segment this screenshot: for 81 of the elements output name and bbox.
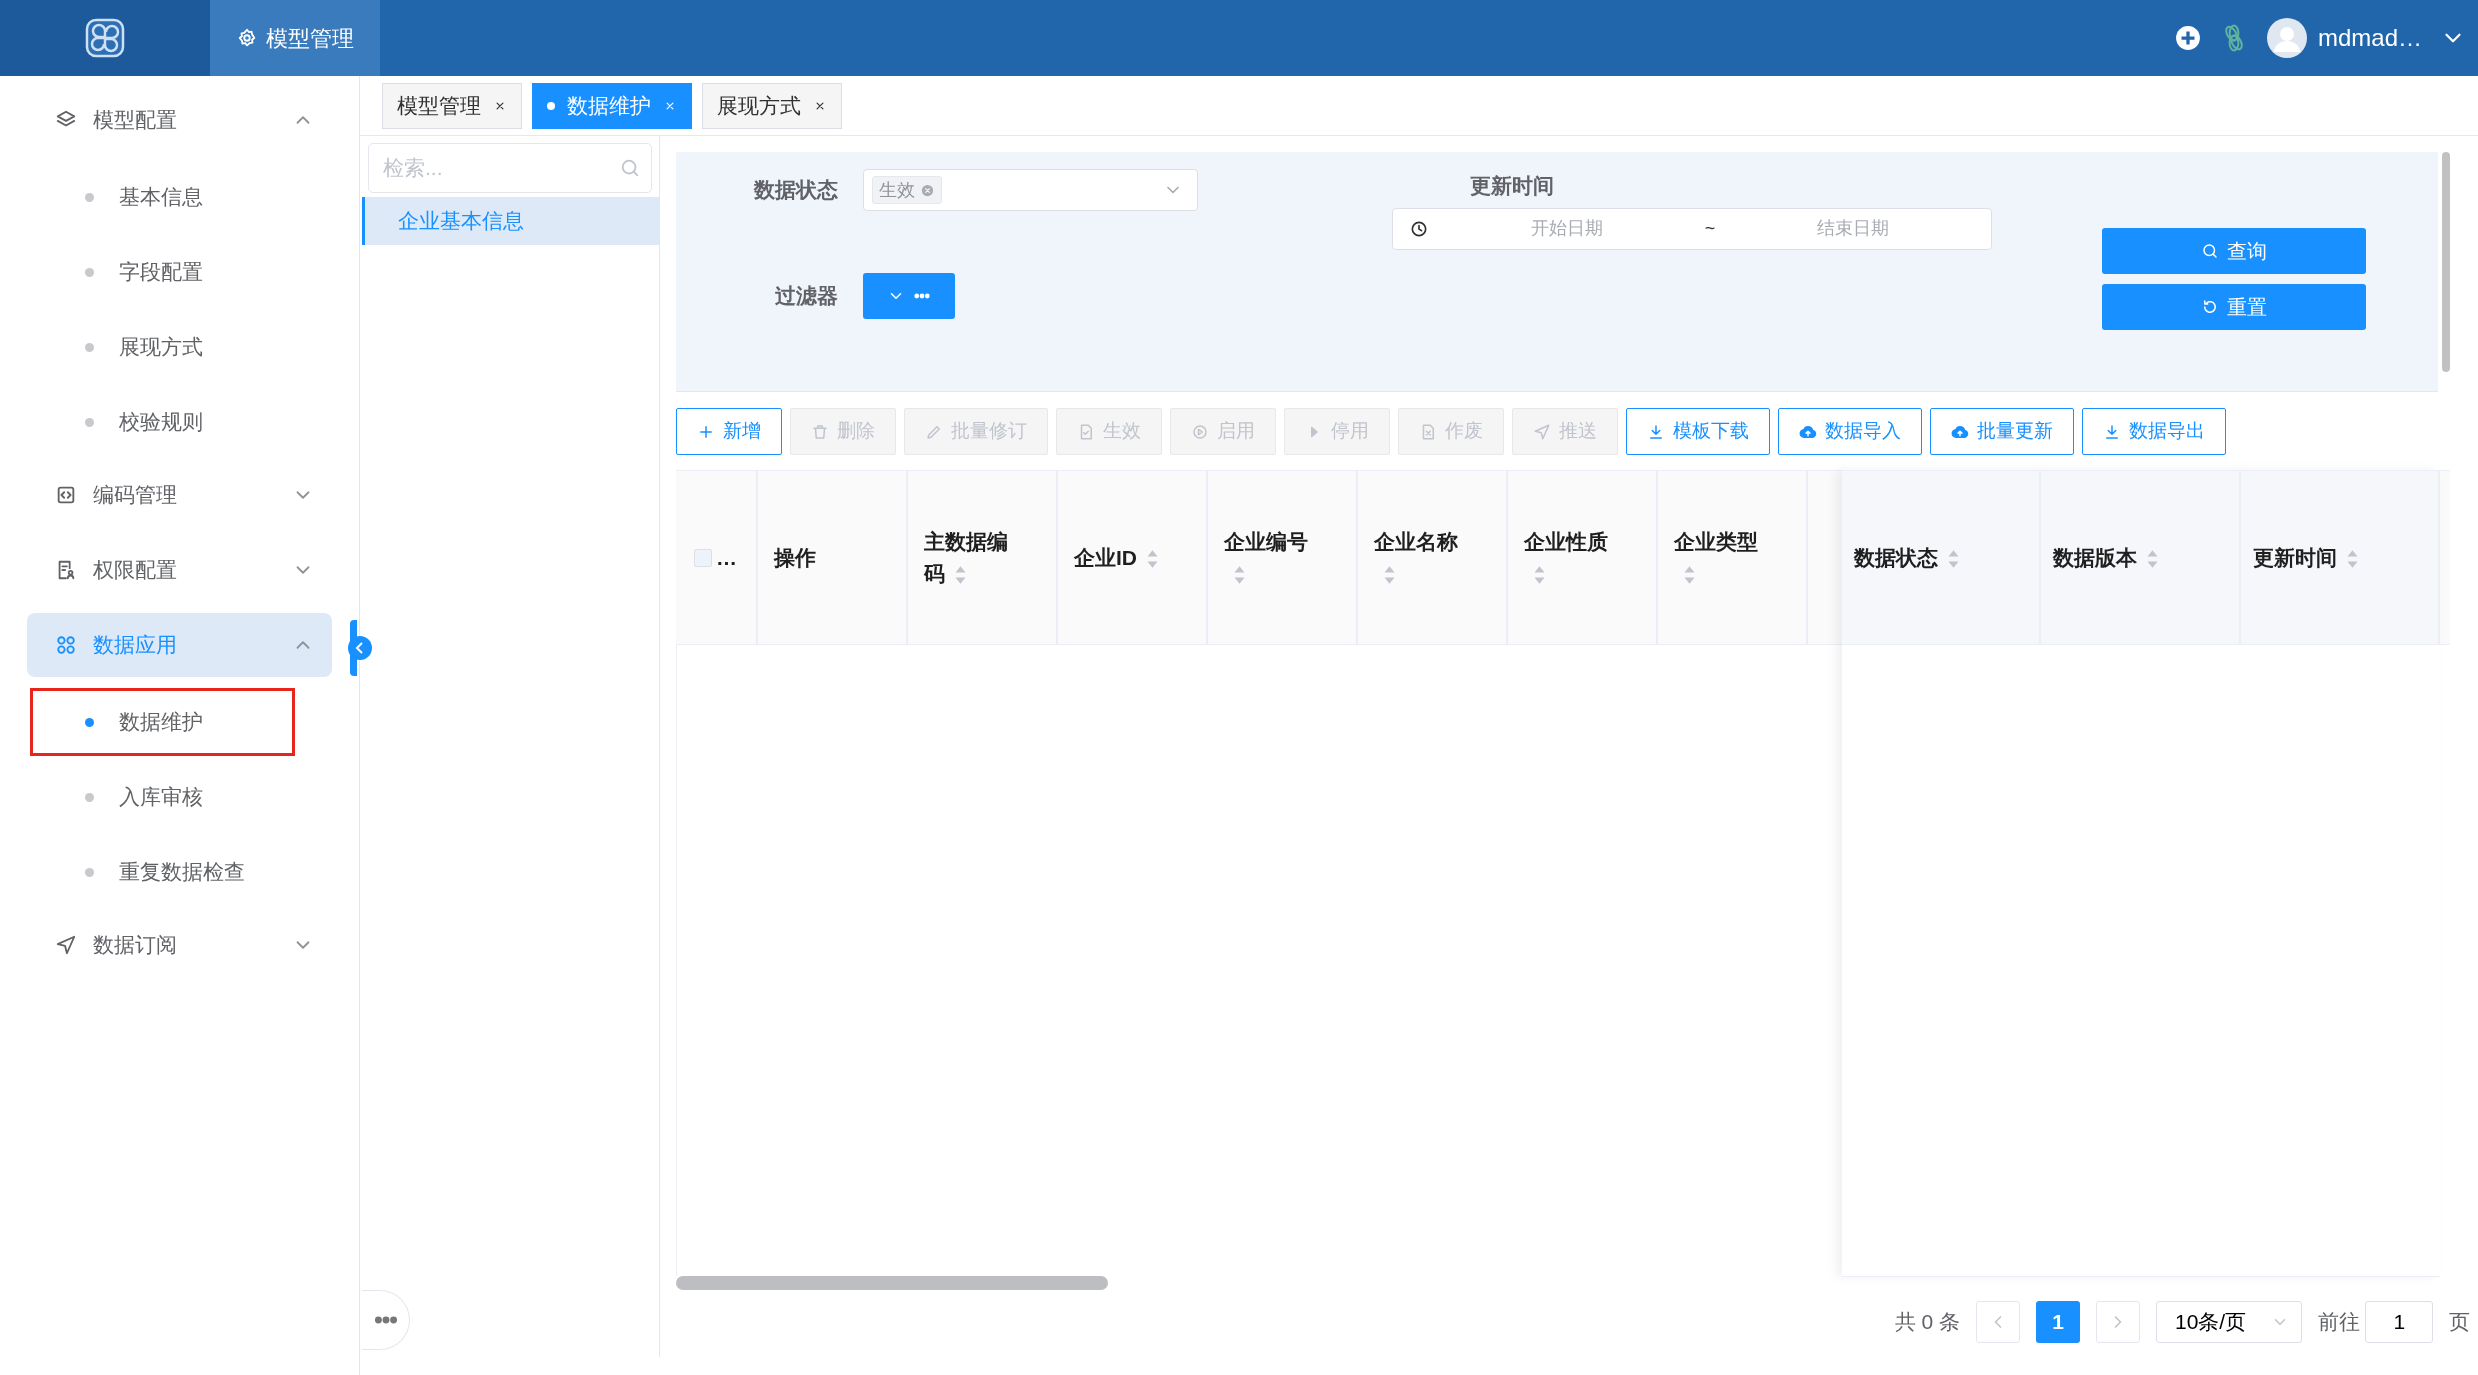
trash-icon <box>811 422 829 441</box>
column-header[interactable]: 企业性质 <box>1508 471 1658 644</box>
column-header[interactable]: 主数据编码 <box>908 471 1058 644</box>
field-label: 数据状态 <box>752 177 838 204</box>
sidebar-item[interactable]: 数据订阅 <box>27 913 332 977</box>
sidebar-subitem[interactable]: 入库审核 <box>30 763 295 831</box>
page-tab[interactable]: 模型管理 <box>382 82 522 129</box>
total-count: 共 0 条 <box>1894 1309 1960 1336</box>
column-header[interactable]: 企业类型 <box>1658 471 1808 644</box>
close-icon <box>920 182 935 198</box>
page-tab[interactable]: 展现方式 <box>702 82 842 129</box>
range-separator: ~ <box>1704 217 1716 240</box>
paper-plane-icon <box>55 934 77 956</box>
code-icon <box>55 484 77 506</box>
toolbar-button[interactable]: 批量更新 <box>1930 408 2074 455</box>
search-icon <box>619 157 641 179</box>
date-range-field[interactable]: 开始日期 ~ 结束日期 <box>1392 207 1992 250</box>
page-suffix: 页 <box>2449 1309 2470 1336</box>
end-date-field[interactable]: 结束日期 <box>1715 214 1991 243</box>
sort-icon <box>2344 549 2360 570</box>
search-field[interactable]: 检索... <box>368 143 652 193</box>
download-icon <box>1647 422 1665 441</box>
sidebar-item[interactable]: 编码管理 <box>27 463 332 527</box>
user-name[interactable]: mdmad… <box>2317 20 2422 56</box>
scrollbar[interactable] <box>676 1276 1108 1290</box>
reset-icon <box>2201 298 2219 316</box>
avatar[interactable] <box>2267 18 2308 58</box>
sidebar-item[interactable]: 权限配置 <box>27 538 332 602</box>
page-tab[interactable]: 数据维护 <box>532 82 692 129</box>
dot-icon <box>547 101 555 110</box>
sidebar-subitem[interactable]: 校验规则 <box>30 388 295 456</box>
sort-icon <box>953 564 968 585</box>
more-button[interactable] <box>362 1290 410 1350</box>
page-input[interactable]: 1 <box>2365 1301 2434 1343</box>
prev-page-button[interactable] <box>1976 1301 2020 1343</box>
search-icon <box>2201 242 2219 260</box>
column-header[interactable]: 更新时间 <box>2240 471 2440 644</box>
column-header[interactable]: 企业编号 <box>1208 471 1358 644</box>
sort-icon <box>1532 564 1547 585</box>
nav-tab[interactable]: 模型管理 <box>210 0 380 76</box>
toolbar-button[interactable]: 模板下载 <box>1626 408 1770 455</box>
next-page-button[interactable] <box>2096 1301 2140 1343</box>
sort-icon <box>1382 564 1397 585</box>
sidebar-subitem[interactable]: 展现方式 <box>30 313 295 381</box>
sidebar-subitem[interactable]: 重复数据检查 <box>30 838 295 906</box>
column-header[interactable]: 数据状态 <box>1842 471 2042 644</box>
page-size-select[interactable]: 10条/页 <box>2156 1301 2302 1343</box>
scrollbar[interactable] <box>2442 152 2450 372</box>
sort-icon <box>1682 564 1697 585</box>
sidebar-subitem[interactable]: 字段配置 <box>30 238 295 306</box>
column-header: 操作 <box>758 471 908 644</box>
column-header[interactable]: 数据版本 <box>2041 471 2241 644</box>
collapse-handle[interactable] <box>350 620 374 676</box>
goto-label: 前往 <box>2318 1309 2360 1336</box>
toolbar-button[interactable]: 数据导入 <box>1778 408 1922 455</box>
search-input[interactable]: 检索... <box>381 151 619 185</box>
play-circle-icon <box>1191 422 1209 441</box>
field-label: 更新时间 <box>1469 173 1555 199</box>
sort-icon <box>1145 549 1160 570</box>
sort-icon <box>1946 549 1961 570</box>
sidebar-subitem[interactable]: 数据维护 <box>30 688 295 756</box>
sort-icon <box>1232 564 1247 585</box>
field-label: 过滤器 <box>774 283 838 310</box>
page-button[interactable]: 1 <box>2036 1301 2080 1343</box>
start-date-field[interactable]: 开始日期 <box>1429 214 1705 243</box>
reset-button[interactable]: 重置 <box>2102 284 2366 330</box>
filter-button[interactable] <box>863 273 955 319</box>
grid-icon <box>55 634 77 656</box>
toolbar-button[interactable]: 新增 <box>676 408 782 455</box>
column-header[interactable]: 企业ID <box>1058 471 1208 644</box>
paper-plane-icon <box>1533 422 1551 441</box>
plus-circle-icon[interactable] <box>2175 25 2202 51</box>
sidebar-item[interactable]: 模型配置 <box>27 88 332 152</box>
column-header[interactable]: 企业名称 <box>1358 471 1508 644</box>
download-icon <box>2103 422 2121 441</box>
query-button[interactable]: 查询 <box>2102 228 2366 274</box>
toolbar-button[interactable]: 数据导出 <box>2082 408 2226 455</box>
settings-icon <box>236 27 258 49</box>
logo-icon <box>85 18 125 58</box>
column-header: … <box>676 471 758 644</box>
sidebar-subitem[interactable]: 基本信息 <box>30 163 295 231</box>
